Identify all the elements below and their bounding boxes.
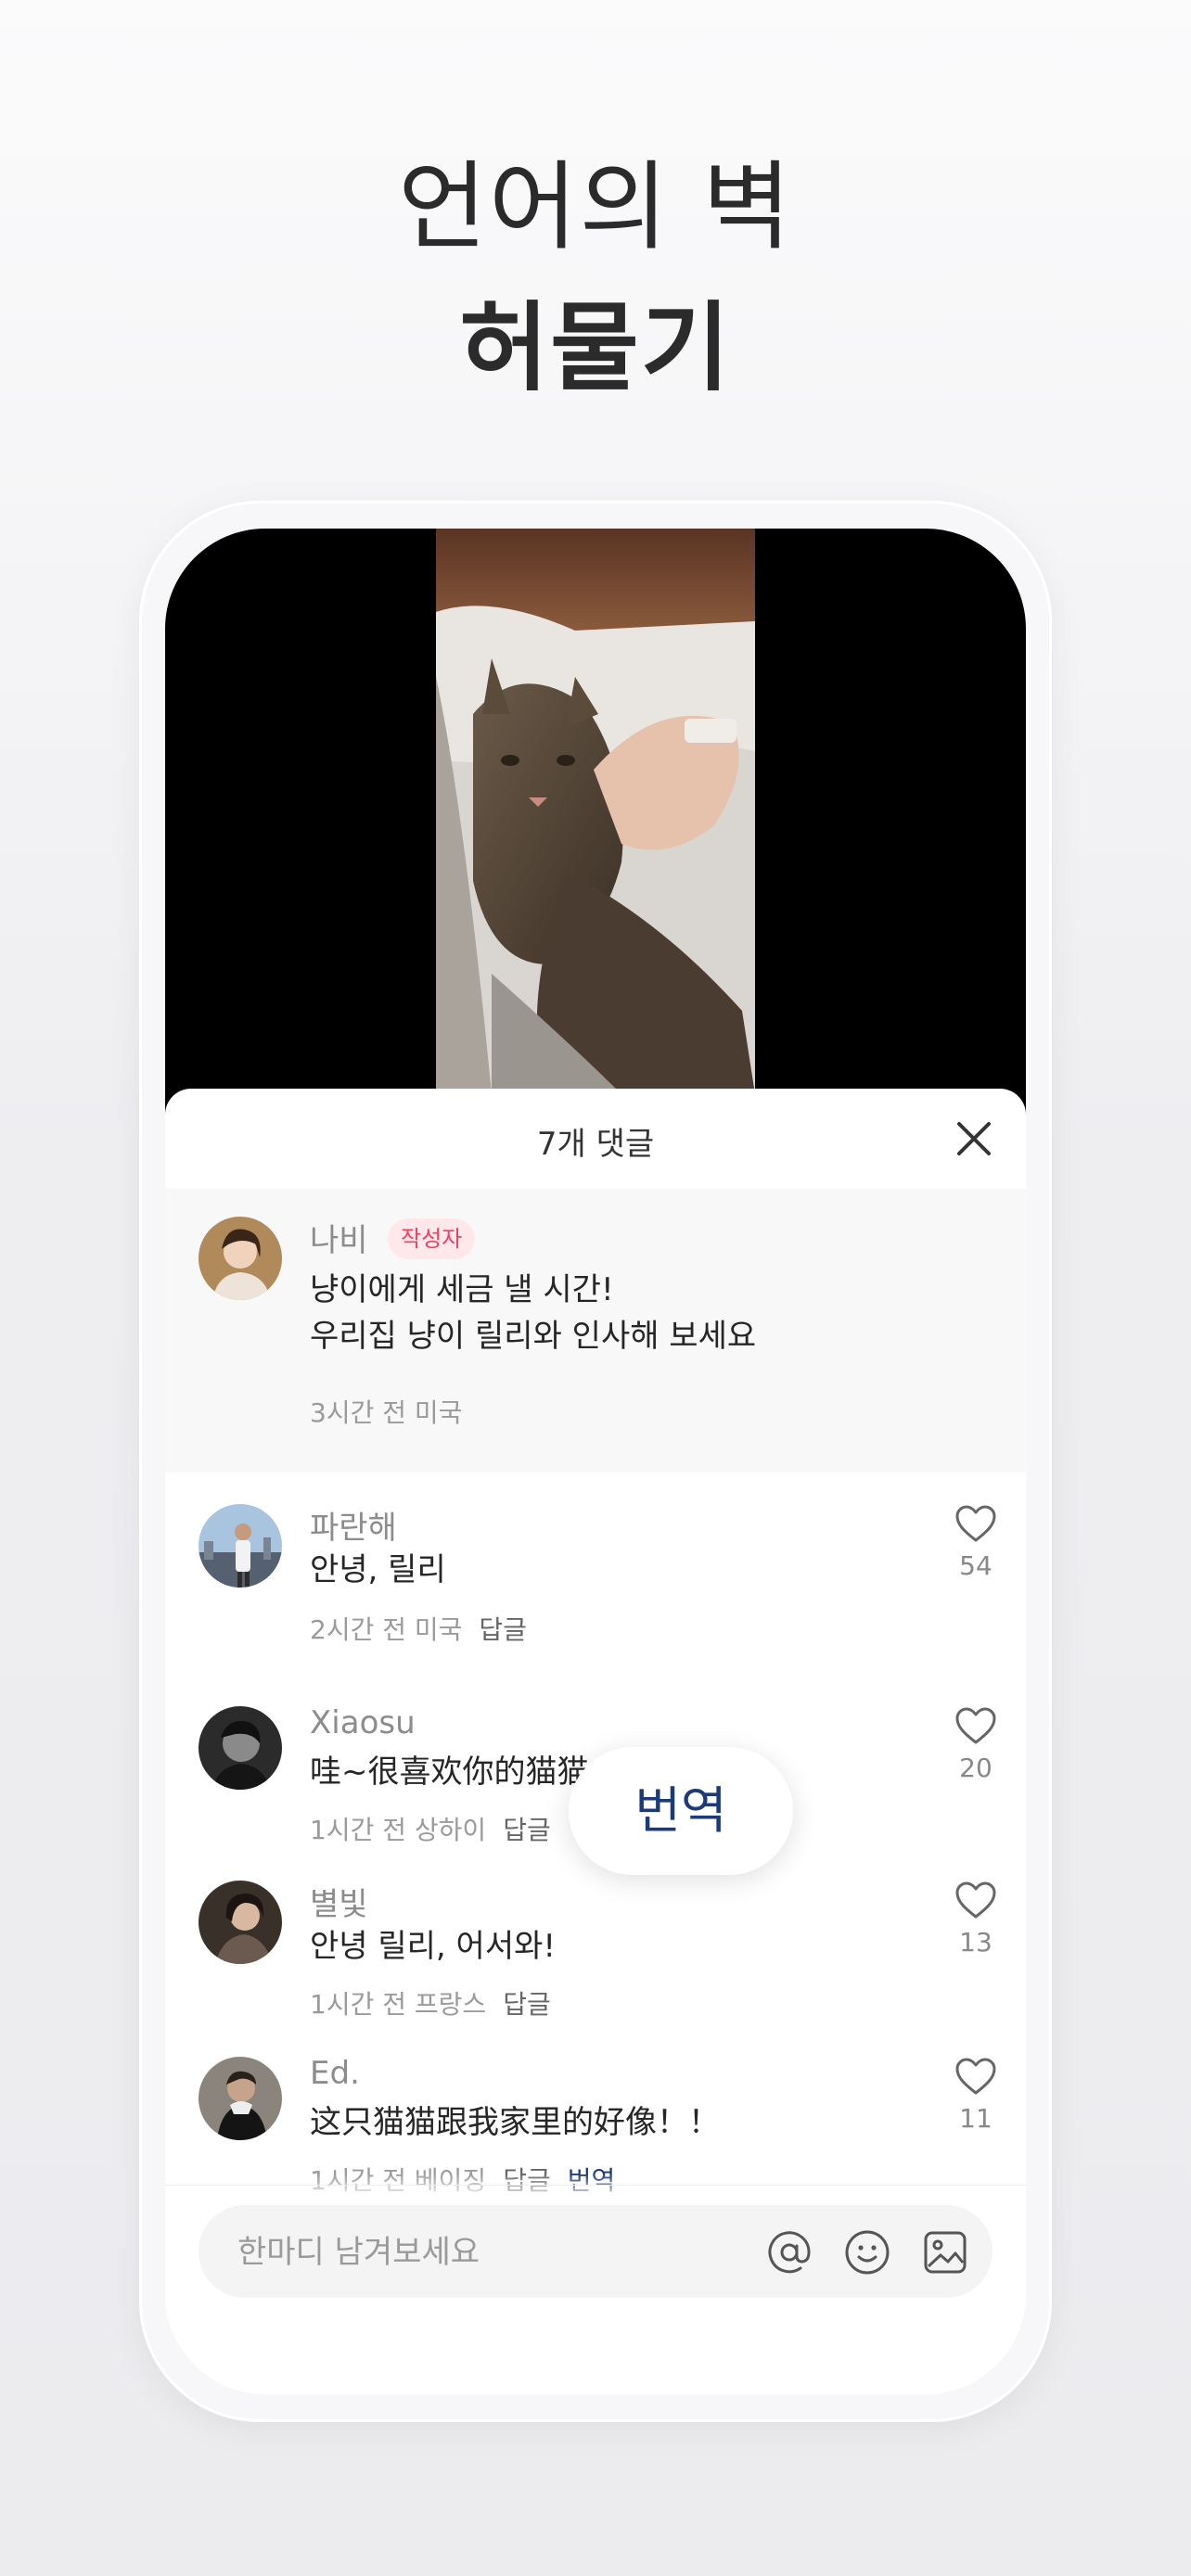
comment-text: 这只猫猫跟我家里的好像！！ — [310, 2104, 720, 2141]
like-button[interactable]: 54 — [943, 1504, 1008, 1581]
reply-button[interactable]: 답글 — [503, 1815, 551, 1845]
video-frame-cat-image — [436, 529, 755, 1094]
heart-icon — [955, 1707, 996, 1744]
comment-username[interactable]: 파란해 — [310, 1502, 397, 1548]
like-button[interactable]: 20 — [943, 1706, 1008, 1783]
author-comment: 나비 작성자 냥이에게 세금 낼 시간! 우리집 냥이 릴리와 인사해 보세요 … — [165, 1189, 1026, 1473]
hero-title-line1: 언어의 벽 — [398, 150, 793, 263]
comment-input[interactable] — [236, 2205, 740, 2300]
avatar[interactable] — [198, 1706, 282, 1790]
comment-text-line2: 우리집 냥이 릴리와 인사해 보세요 — [310, 1318, 757, 1355]
avatar[interactable] — [198, 1217, 282, 1300]
list-fade — [165, 2174, 1026, 2201]
comment-meta-text: 2시간 전 미국 — [310, 1614, 463, 1645]
like-count: 13 — [959, 1927, 992, 1958]
comment-username[interactable]: 별빛 — [310, 1879, 368, 1924]
like-count: 54 — [959, 1550, 992, 1581]
avatar[interactable] — [198, 2057, 282, 2140]
comments-sheet-header: 7개 댓글 — [165, 1089, 1026, 1190]
comment-meta-text: 1시간 전 프랑스 — [310, 1989, 487, 2020]
comment-text: 안녕 릴리, 어서와! — [310, 1928, 557, 1965]
translate-popup-button[interactable]: 번역 — [569, 1747, 793, 1875]
comments-count-title: 7개 댓글 — [536, 1126, 655, 1163]
reply-button[interactable]: 답글 — [503, 1989, 551, 2020]
close-icon[interactable] — [950, 1115, 998, 1163]
video-player[interactable] — [165, 529, 1026, 1122]
heart-icon — [955, 1881, 996, 1919]
comment-input-bar — [198, 2205, 992, 2300]
hero-title-line2: 허물기 — [459, 291, 732, 404]
avatar[interactable] — [198, 1881, 282, 1964]
author-badge: 작성자 — [388, 1218, 476, 1259]
like-button[interactable]: 13 — [943, 1881, 1008, 1958]
like-count: 11 — [959, 2103, 992, 2134]
heart-icon — [955, 2058, 996, 2095]
comment-username[interactable]: Ed. — [310, 2055, 360, 2092]
comment-text: 안녕, 릴리 — [310, 1551, 446, 1588]
comment-meta: 3시간 전 미국 — [310, 1397, 463, 1428]
image-icon[interactable] — [920, 2227, 970, 2277]
comment-text-line1: 냥이에게 세금 낼 시간! — [310, 1271, 614, 1308]
comment-username[interactable]: 나비 — [310, 1215, 368, 1260]
comment-meta: 1시간 전 프랑스 답글 — [310, 1984, 551, 2021]
heart-icon — [955, 1505, 996, 1542]
comment-meta: 2시간 전 미국 답글 — [310, 1610, 527, 1647]
comment-username[interactable]: Xiaosu — [310, 1704, 416, 1741]
divider — [165, 2185, 1026, 2186]
phone-screen: 7개 댓글 나비 작성자 냥이에게 세금 낼 시간! 우리집 냥이 릴리와 인사… — [165, 529, 1026, 2394]
emoji-icon[interactable] — [842, 2227, 892, 2277]
comment-text: 哇~很喜欢你的猫猫 — [310, 1753, 589, 1791]
at-icon[interactable] — [764, 2227, 814, 2277]
reply-button[interactable]: 답글 — [479, 1614, 527, 1645]
like-count: 20 — [959, 1753, 992, 1783]
like-button[interactable]: 11 — [943, 2057, 1008, 2134]
avatar[interactable] — [198, 1504, 282, 1588]
comment-meta-text: 1시간 전 상하이 — [310, 1815, 487, 1845]
comment-meta: 1시간 전 상하이 답글 — [310, 1810, 551, 1847]
